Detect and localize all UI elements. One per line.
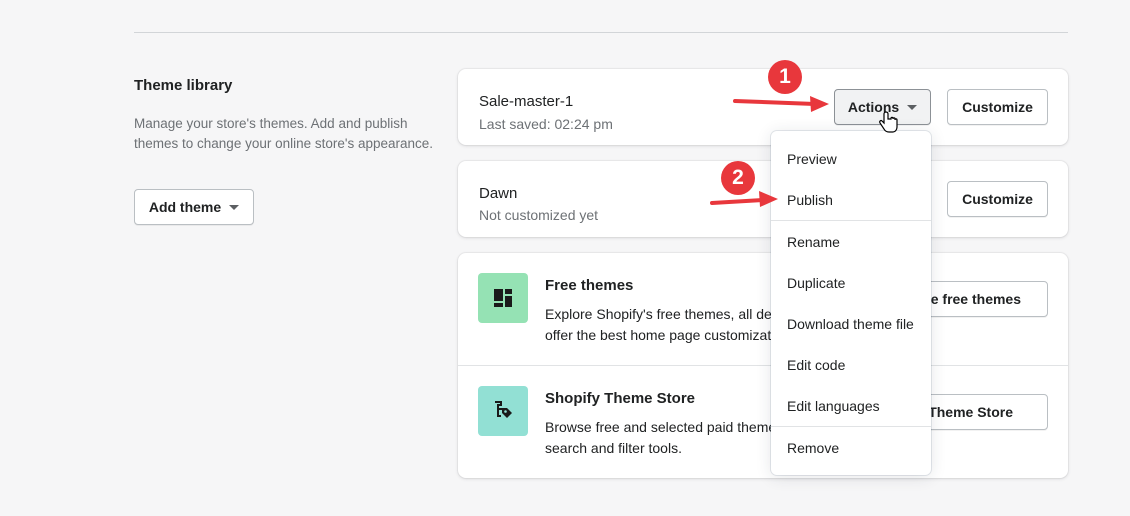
annotation-overlay (710, 96, 898, 207)
arrow-1-icon (733, 96, 829, 112)
step-badge-2: 2 (721, 161, 755, 195)
step-badge-1: 1 (768, 60, 802, 94)
hand-cursor-icon (879, 111, 898, 133)
